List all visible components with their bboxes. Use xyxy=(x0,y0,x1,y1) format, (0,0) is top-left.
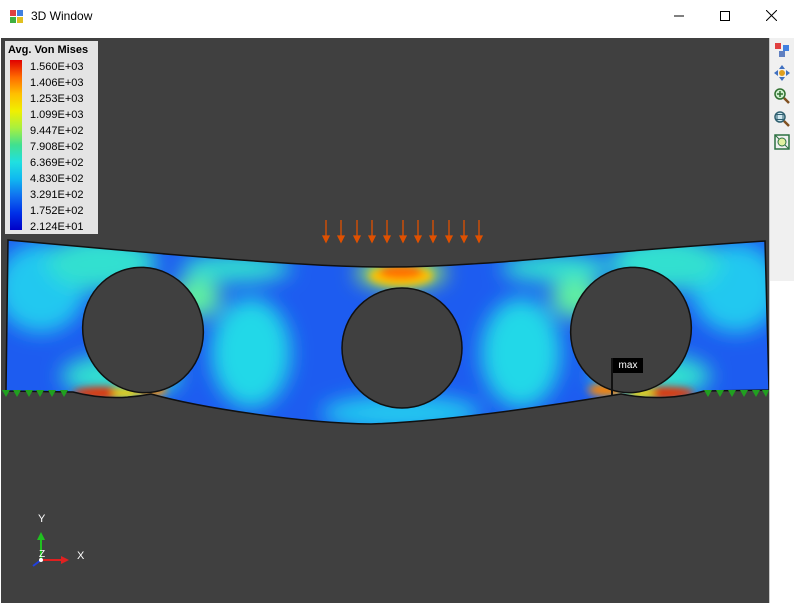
zoom-window-icon[interactable] xyxy=(773,110,791,128)
legend-title: Avg. Von Mises xyxy=(8,44,89,56)
fit-all-icon[interactable] xyxy=(773,133,791,151)
max-marker[interactable]: max xyxy=(611,358,645,396)
stress-legend: Avg. Von Mises 1.560E+03 1.406E+03 1.253… xyxy=(5,41,98,234)
3d-viewport[interactable]: Avg. Von Mises 1.560E+03 1.406E+03 1.253… xyxy=(1,38,769,603)
legend-value: 1.253E+03 xyxy=(30,93,84,105)
view-cube-icon[interactable] xyxy=(773,41,791,59)
maximize-button[interactable] xyxy=(702,0,748,31)
load-arrows xyxy=(321,220,484,244)
axis-y-label: Y xyxy=(38,513,46,525)
axis-x-label: X xyxy=(77,550,85,562)
max-marker-label: max xyxy=(613,358,643,373)
stress-plot xyxy=(2,220,769,567)
legend-value: 1.752E+02 xyxy=(30,205,84,217)
window-title: 3D Window xyxy=(31,9,93,23)
center-hole xyxy=(341,287,463,409)
legend-value: 9.447E+02 xyxy=(30,125,84,137)
minimize-button[interactable] xyxy=(656,0,702,31)
pan-icon[interactable] xyxy=(773,64,791,82)
view-toolbar xyxy=(769,38,794,281)
zoom-in-icon[interactable] xyxy=(773,87,791,105)
toolbar-empty-area xyxy=(769,281,794,603)
legend-value: 1.099E+03 xyxy=(30,109,84,121)
legend-value: 2.124E+01 xyxy=(30,221,84,233)
window: 3D Window Avg. Von Mises 1.560E+03 1.406… xyxy=(0,0,794,605)
app-icon xyxy=(10,10,23,23)
maximize-icon xyxy=(720,10,730,21)
legend-value: 3.291E+02 xyxy=(30,189,84,201)
minimize-icon xyxy=(674,15,684,16)
title-bar[interactable]: 3D Window xyxy=(0,0,794,31)
close-icon xyxy=(765,10,777,21)
legend-value: 4.830E+02 xyxy=(30,173,84,185)
close-button[interactable] xyxy=(748,0,794,31)
legend-value: 7.908E+02 xyxy=(30,141,84,153)
legend-color-bar xyxy=(10,60,22,230)
legend-value: 1.406E+03 xyxy=(30,77,84,89)
axis-z-label: Z xyxy=(39,549,46,560)
legend-value: 6.369E+02 xyxy=(30,157,84,169)
legend-value: 1.560E+03 xyxy=(30,61,84,73)
